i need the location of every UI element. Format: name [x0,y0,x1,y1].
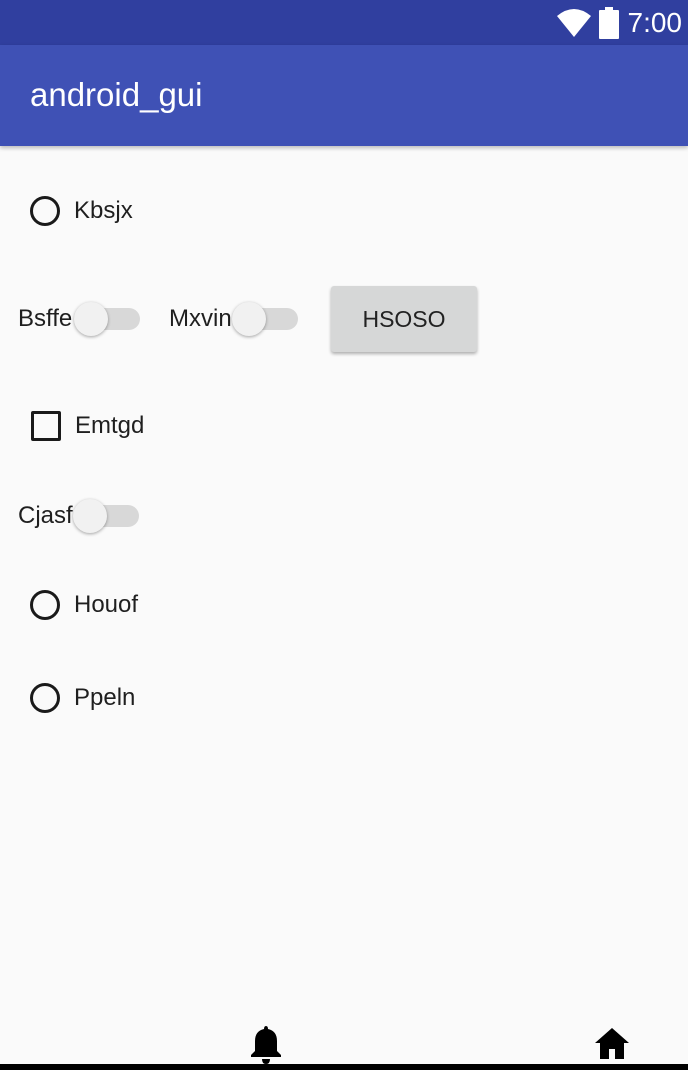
switch-bsffe[interactable]: Bsffe [18,302,141,336]
hsoso-button[interactable]: HSOSO [331,286,477,352]
wifi-icon [556,8,591,37]
radio-kbsjx-label: Kbsjx [74,197,133,224]
switch-bsffe-label: Bsffe [18,305,73,332]
switch-mxvin-label: Mxvin [169,305,232,332]
switch-cjasf-label: Cjasf [18,502,73,529]
switch-bsffe-toggle[interactable] [74,302,141,336]
radio-button-icon[interactable] [30,590,60,620]
home-icon[interactable] [594,1026,630,1062]
switch-thumb[interactable] [72,499,107,533]
switch-thumb[interactable] [74,302,109,336]
radio-ppeln[interactable]: Ppeln [30,683,135,713]
status-time: 7:00 [627,7,683,38]
switch-cjasf-toggle[interactable] [72,499,139,533]
app-bar: android_gui [0,45,688,146]
radio-kbsjx[interactable]: Kbsjx [30,196,133,226]
battery-icon [598,6,619,39]
radio-houof-label: Houof [74,591,139,618]
radio-button-icon[interactable] [30,196,60,226]
switch-mxvin[interactable]: Mxvin [169,302,298,336]
screen: 7:00 android_gui Kbsjx Bsffe Mxvin HSOSO… [0,0,688,1070]
app-title: android_gui [30,76,203,113]
switch-cjasf[interactable]: Cjasf [18,499,139,533]
switch-thumb[interactable] [231,302,266,336]
navigation-bar-edge [0,1064,688,1070]
bell-icon[interactable] [248,1024,284,1064]
radio-button-icon[interactable] [30,683,60,713]
checkbox-emtgd-label: Emtgd [75,412,145,439]
checkbox-emtgd[interactable]: Emtgd [31,411,144,441]
switch-mxvin-toggle[interactable] [231,302,298,336]
radio-ppeln-label: Ppeln [74,684,136,711]
radio-houof[interactable]: Houof [30,590,138,620]
status-icons: 7:00 [556,0,683,45]
status-bar: 7:00 [0,0,688,45]
checkbox-icon[interactable] [31,411,61,441]
